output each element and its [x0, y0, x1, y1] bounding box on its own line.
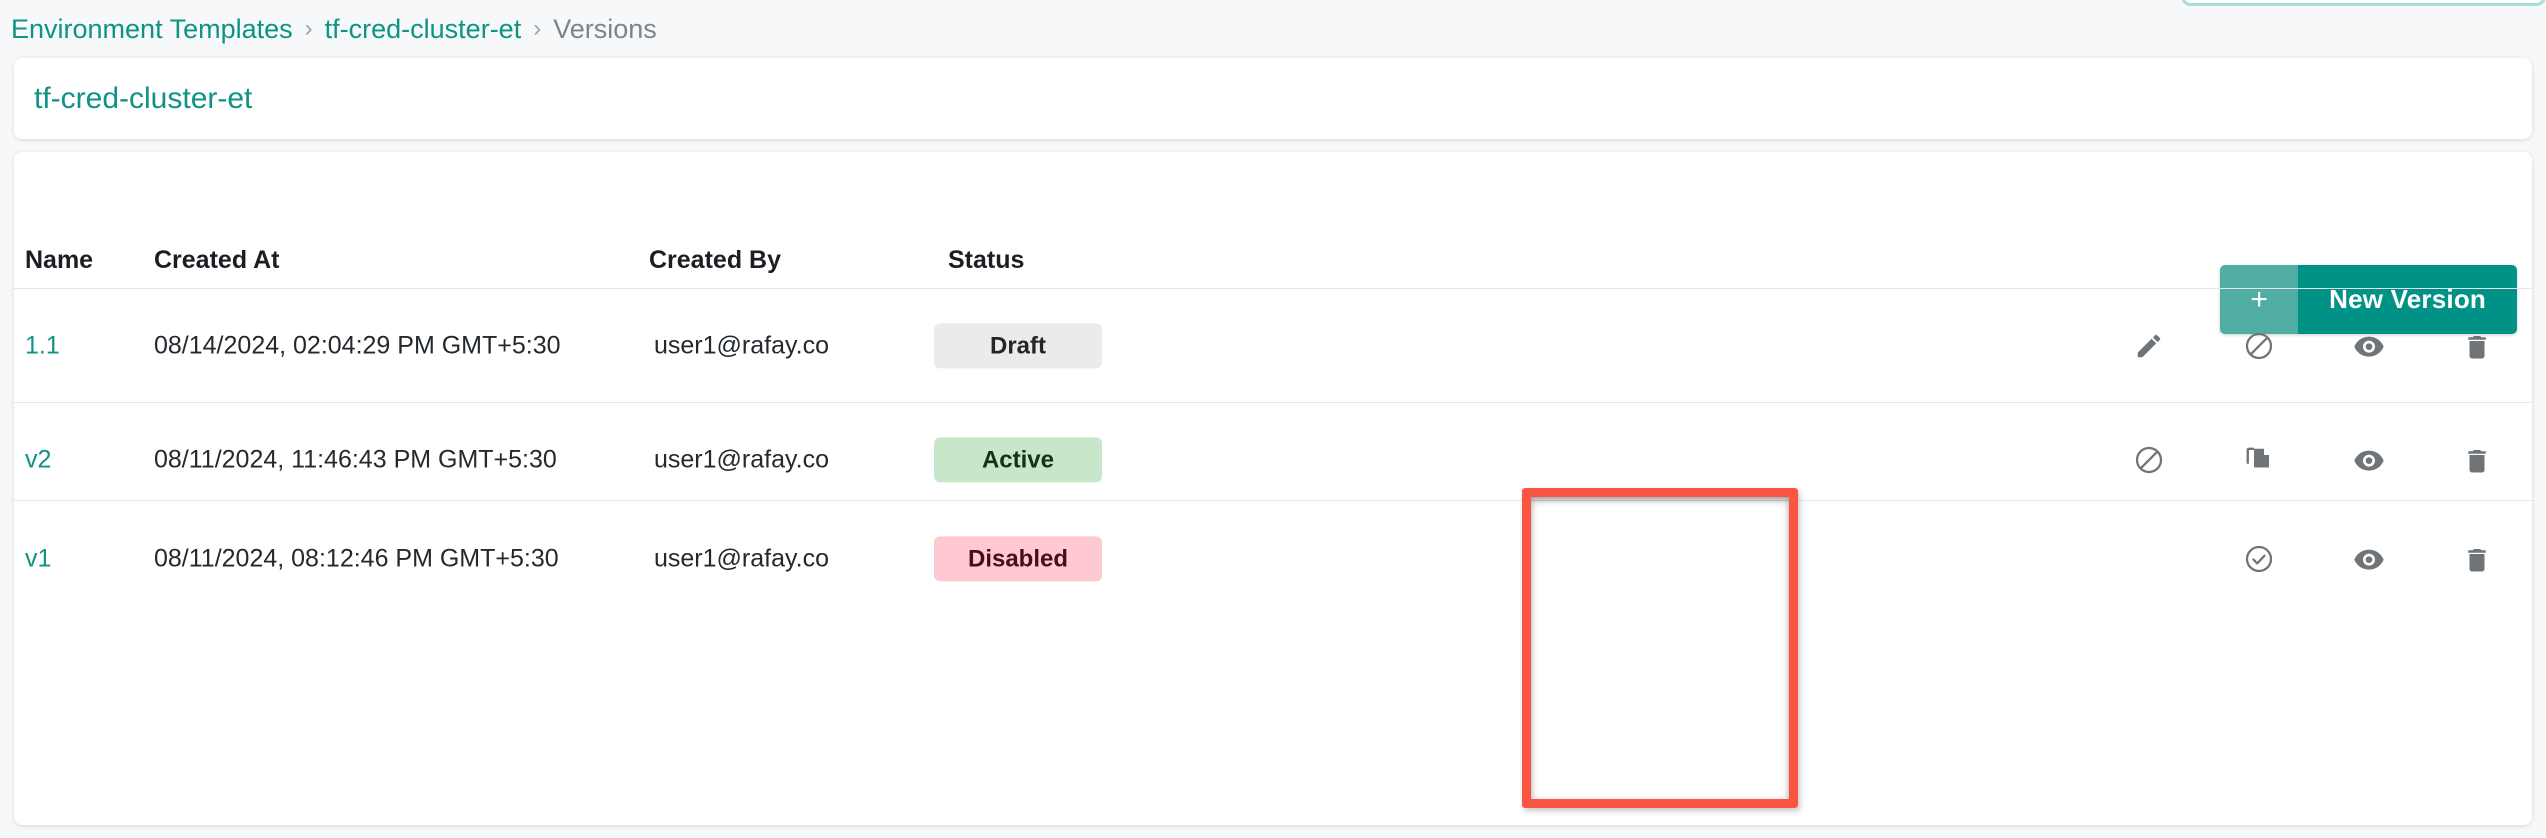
template-title-card: tf-cred-cluster-et	[14, 58, 2532, 139]
column-header-created-by: Created By	[649, 246, 781, 274]
status-badge: Active	[934, 436, 1102, 483]
column-header-status: Status	[948, 246, 1025, 274]
view-icon[interactable]	[2346, 437, 2392, 483]
row-actions	[2126, 323, 2526, 369]
table-row[interactable]: 1.1 08/14/2024, 02:04:29 PM GMT+5:30 use…	[14, 288, 2532, 402]
status-badge: Draft	[934, 322, 1102, 369]
breadcrumb: Environment Templates › tf-cred-cluster-…	[0, 0, 657, 58]
breadcrumb-item-template-name[interactable]: tf-cred-cluster-et	[325, 14, 522, 45]
version-created-by: user1@rafay.co	[654, 445, 829, 473]
table-row[interactable]: v1 08/11/2024, 08:12:46 PM GMT+5:30 user…	[14, 500, 2532, 616]
view-icon[interactable]	[2346, 323, 2392, 369]
top-edge-clipped-element	[2181, 0, 2546, 6]
view-icon[interactable]	[2346, 536, 2392, 582]
version-name-link[interactable]: 1.1	[25, 331, 60, 360]
status-cell: Disabled	[934, 535, 1102, 582]
column-header-name: Name	[25, 246, 94, 274]
disable-icon[interactable]	[2126, 437, 2172, 483]
duplicate-icon[interactable]	[2236, 437, 2282, 483]
version-name-link[interactable]: v1	[25, 544, 51, 573]
disable-icon[interactable]	[2236, 323, 2282, 369]
status-cell: Active	[934, 436, 1102, 483]
breadcrumb-separator-icon: ›	[533, 15, 542, 42]
version-created-at: 08/14/2024, 02:04:29 PM GMT+5:30	[154, 331, 561, 359]
table-header-row: Name Created At Created By Status	[14, 246, 2532, 288]
delete-icon[interactable]	[2454, 536, 2500, 582]
table-row[interactable]: v2 08/11/2024, 11:46:43 PM GMT+5:30 user…	[14, 402, 2532, 516]
column-header-created-at: Created At	[154, 246, 280, 274]
enable-icon[interactable]	[2236, 536, 2282, 582]
delete-icon[interactable]	[2454, 323, 2500, 369]
status-badge: Disabled	[934, 535, 1102, 582]
delete-icon[interactable]	[2454, 437, 2500, 483]
version-created-at: 08/11/2024, 08:12:46 PM GMT+5:30	[154, 544, 559, 572]
version-created-at: 08/11/2024, 11:46:43 PM GMT+5:30	[154, 445, 557, 473]
row-actions	[2126, 437, 2526, 483]
breadcrumb-item-environment-templates[interactable]: Environment Templates	[11, 14, 293, 45]
page-title: tf-cred-cluster-et	[34, 81, 253, 115]
edit-icon[interactable]	[2126, 323, 2172, 369]
breadcrumb-item-versions: Versions	[553, 13, 657, 44]
version-created-by: user1@rafay.co	[654, 331, 829, 359]
row-actions	[2126, 536, 2526, 582]
version-name-link[interactable]: v2	[25, 445, 51, 474]
version-created-by: user1@rafay.co	[654, 544, 829, 572]
versions-table-card: + New Version Name Created At Created By…	[14, 152, 2532, 825]
status-cell: Draft	[934, 322, 1102, 369]
breadcrumb-separator-icon: ›	[304, 15, 313, 42]
